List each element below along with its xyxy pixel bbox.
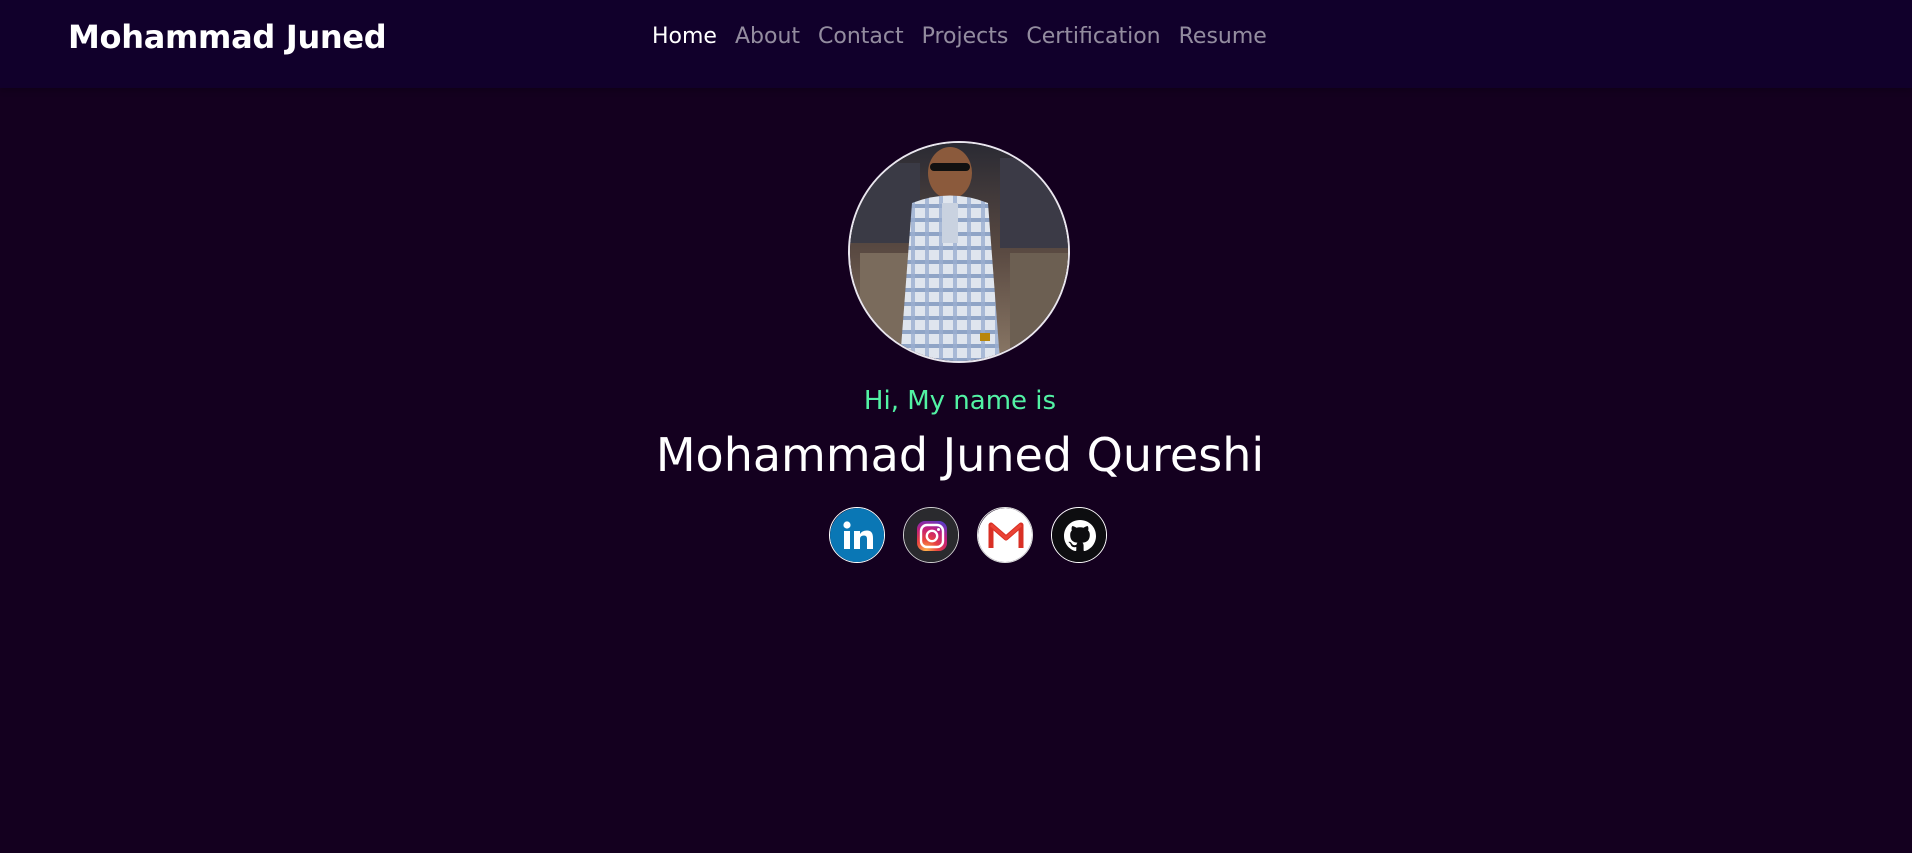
profile-avatar — [848, 141, 1070, 363]
nav-links: Home About Contact Projects Certificatio… — [652, 24, 1285, 49]
nav-link-certification[interactable]: Certification — [1026, 24, 1160, 49]
instagram-icon[interactable] — [903, 507, 959, 563]
github-icon[interactable] — [1051, 507, 1107, 563]
social-links — [829, 507, 1125, 563]
greeting-text: Hi, My name is — [863, 386, 1057, 416]
navbar: Mohammad Juned Home About Contact Projec… — [0, 0, 1912, 88]
full-name-heading: Mohammad Juned Qureshi — [655, 428, 1265, 482]
nav-link-resume[interactable]: Resume — [1179, 24, 1267, 49]
nav-link-projects[interactable]: Projects — [922, 24, 1009, 49]
linkedin-icon[interactable] — [829, 507, 885, 563]
brand-logo[interactable]: Mohammad Juned — [68, 18, 387, 56]
nav-link-home[interactable]: Home — [652, 24, 717, 49]
nav-link-contact[interactable]: Contact — [818, 24, 904, 49]
nav-link-about[interactable]: About — [735, 24, 800, 49]
gmail-icon[interactable] — [977, 507, 1033, 563]
